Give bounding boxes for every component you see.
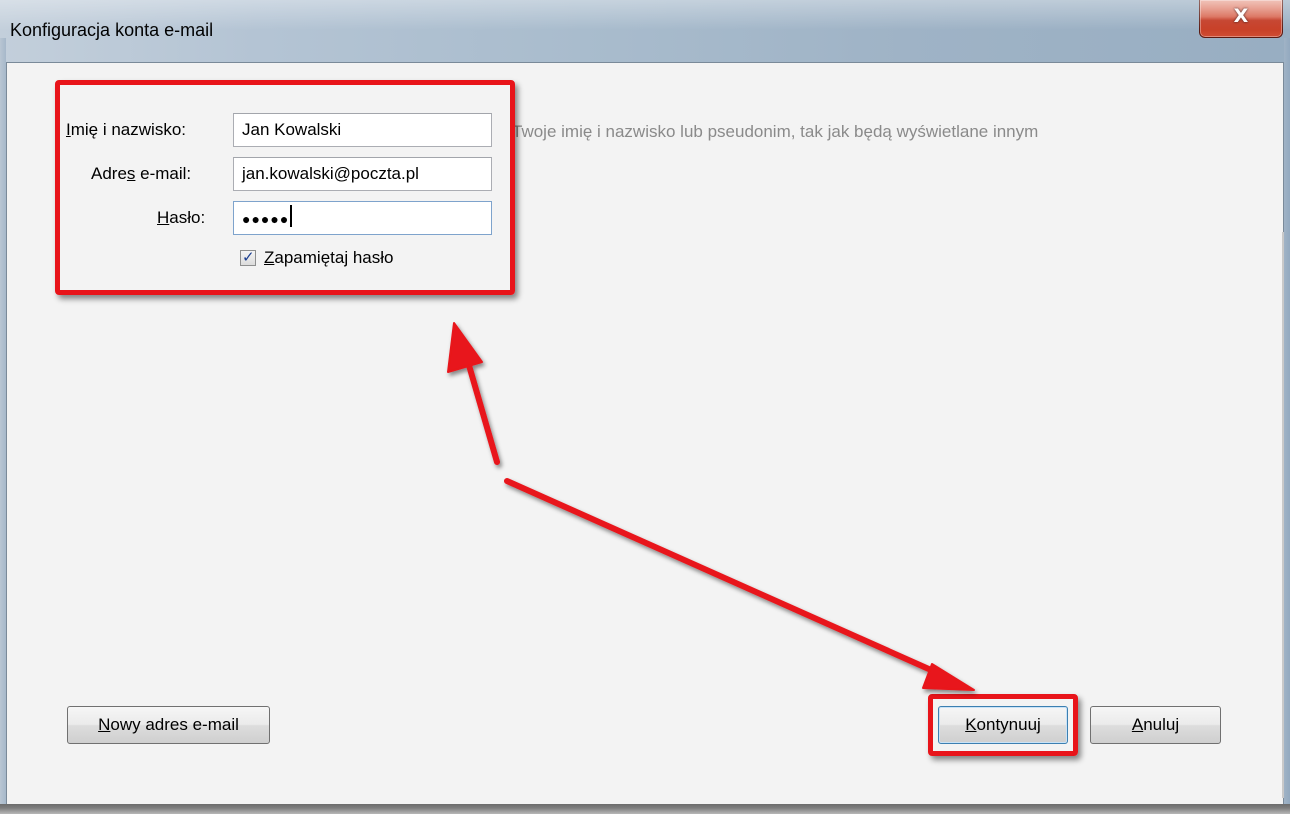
dialog-window: Konfiguracja konta e-mail X Imię i nazwi… [0, 0, 1290, 814]
content-edge [1282, 232, 1284, 798]
close-button[interactable]: X [1199, 0, 1283, 38]
cancel-button[interactable]: Anuluj [1090, 706, 1221, 744]
annotation-box-form [55, 80, 515, 295]
new-email-button[interactable]: Nowy adres e-mail [67, 706, 270, 744]
close-icon: X [1233, 5, 1249, 27]
window-frame-bottom [0, 804, 1290, 814]
window-frame-right [1284, 38, 1290, 814]
annotation-box-continue [928, 694, 1078, 756]
name-hint-text: Twoje imię i nazwisko lub pseudonim, tak… [512, 122, 1039, 141]
title-bar[interactable]: Konfiguracja konta e-mail X [0, 0, 1290, 62]
window-title: Konfiguracja konta e-mail [10, 20, 214, 40]
